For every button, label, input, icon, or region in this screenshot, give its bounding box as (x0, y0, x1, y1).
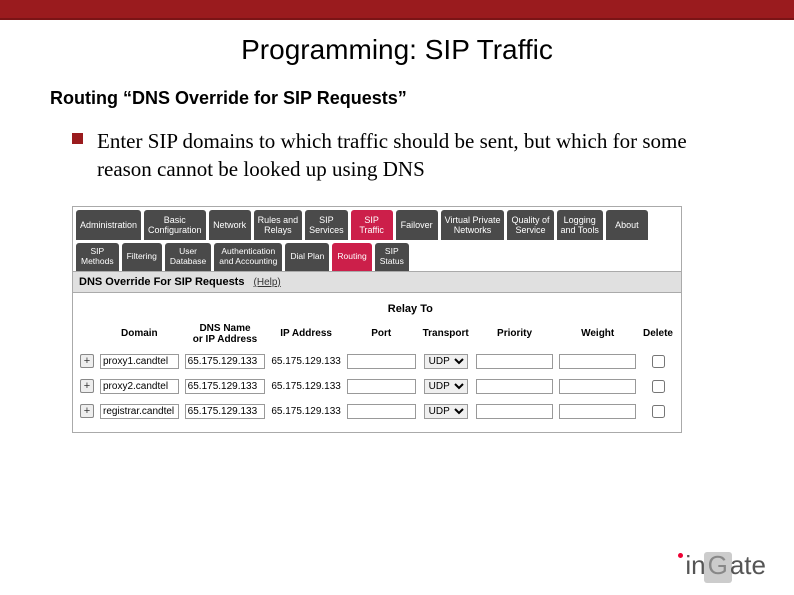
text-input[interactable] (347, 354, 416, 369)
text-input[interactable] (559, 354, 636, 369)
add-row-button[interactable]: + (80, 379, 94, 393)
bullet-block: Enter SIP domains to which traffic shoul… (72, 127, 744, 184)
transport-select[interactable]: UDP (424, 404, 468, 419)
section-subtitle: Routing “DNS Override for SIP Requests” (50, 88, 794, 109)
delete-checkbox[interactable] (652, 380, 665, 393)
primary-tab-9[interactable]: Logging and Tools (557, 210, 603, 241)
help-link[interactable]: (Help) (254, 277, 281, 288)
text-input[interactable] (559, 404, 636, 419)
top-accent-bar (0, 0, 794, 20)
section-header-title: DNS Override For SIP Requests (79, 276, 244, 288)
ip-address: 65.175.129.133 (271, 356, 341, 367)
text-input[interactable] (185, 404, 266, 419)
col-priority: Priority (473, 319, 557, 349)
secondary-tab-4[interactable]: Dial Plan (285, 243, 329, 271)
text-input[interactable] (185, 354, 266, 369)
page-title: Programming: SIP Traffic (0, 34, 794, 66)
primary-tabs: AdministrationBasic ConfigurationNetwork… (73, 207, 681, 241)
secondary-tab-6[interactable]: SIP Status (375, 243, 409, 271)
dns-override-table: Relay To Domain DNS Name or IP Address I… (77, 299, 677, 424)
primary-tab-8[interactable]: Quality of Service (507, 210, 553, 241)
table-wrap: Relay To Domain DNS Name or IP Address I… (73, 293, 681, 432)
text-input[interactable] (185, 379, 266, 394)
transport-select[interactable]: UDP (424, 354, 468, 369)
primary-tab-6[interactable]: Failover (396, 210, 438, 241)
logo-ate: ate (730, 550, 766, 581)
primary-tab-7[interactable]: Virtual Private Networks (441, 210, 505, 241)
text-input[interactable] (100, 354, 179, 369)
primary-tab-5[interactable]: SIP Traffic (351, 210, 393, 241)
section-header: DNS Override For SIP Requests (Help) (73, 271, 681, 293)
group-spacer (77, 299, 182, 319)
group-spacer-2 (639, 299, 677, 319)
table-row: +65.175.129.133 UDP (77, 349, 677, 374)
logo-g: G (706, 550, 730, 581)
logo-in: in (685, 550, 705, 581)
text-input[interactable] (559, 379, 636, 394)
col-port: Port (344, 319, 419, 349)
delete-checkbox[interactable] (652, 405, 665, 418)
table-row: +65.175.129.133 UDP (77, 374, 677, 399)
text-input[interactable] (100, 404, 179, 419)
ip-address: 65.175.129.133 (271, 406, 341, 417)
secondary-tab-1[interactable]: Filtering (122, 243, 162, 271)
logo-dot-icon (678, 553, 683, 558)
config-panel: AdministrationBasic ConfigurationNetwork… (72, 206, 682, 433)
table-row: +65.175.129.133 UDP (77, 399, 677, 424)
delete-checkbox[interactable] (652, 355, 665, 368)
secondary-tab-2[interactable]: User Database (165, 243, 211, 271)
ingate-logo: in G ate (678, 550, 766, 581)
col-delete: Delete (639, 319, 677, 349)
ip-address: 65.175.129.133 (271, 381, 341, 392)
col-weight: Weight (556, 319, 639, 349)
text-input[interactable] (476, 354, 554, 369)
col-transport: Transport (419, 319, 473, 349)
col-add (77, 319, 97, 349)
primary-tab-0[interactable]: Administration (76, 210, 141, 241)
text-input[interactable] (476, 404, 554, 419)
col-dns: DNS Name or IP Address (182, 319, 269, 349)
bullet-icon (72, 133, 83, 144)
group-header-relay-to: Relay To (182, 299, 639, 319)
primary-tab-3[interactable]: Rules and Relays (254, 210, 303, 241)
text-input[interactable] (347, 379, 416, 394)
secondary-tabs: SIP MethodsFilteringUser DatabaseAuthent… (73, 240, 681, 271)
bullet-text: Enter SIP domains to which traffic shoul… (97, 127, 744, 184)
add-row-button[interactable]: + (80, 354, 94, 368)
secondary-tab-0[interactable]: SIP Methods (76, 243, 119, 271)
primary-tab-4[interactable]: SIP Services (305, 210, 348, 241)
text-input[interactable] (476, 379, 554, 394)
primary-tab-2[interactable]: Network (209, 210, 251, 241)
col-domain: Domain (97, 319, 182, 349)
secondary-tab-5[interactable]: Routing (332, 243, 371, 271)
text-input[interactable] (100, 379, 179, 394)
primary-tab-1[interactable]: Basic Configuration (144, 210, 206, 241)
transport-select[interactable]: UDP (424, 379, 468, 394)
add-row-button[interactable]: + (80, 404, 94, 418)
secondary-tab-3[interactable]: Authentication and Accounting (214, 243, 282, 271)
col-ip: IP Address (268, 319, 344, 349)
primary-tab-10[interactable]: About (606, 210, 648, 241)
text-input[interactable] (347, 404, 416, 419)
